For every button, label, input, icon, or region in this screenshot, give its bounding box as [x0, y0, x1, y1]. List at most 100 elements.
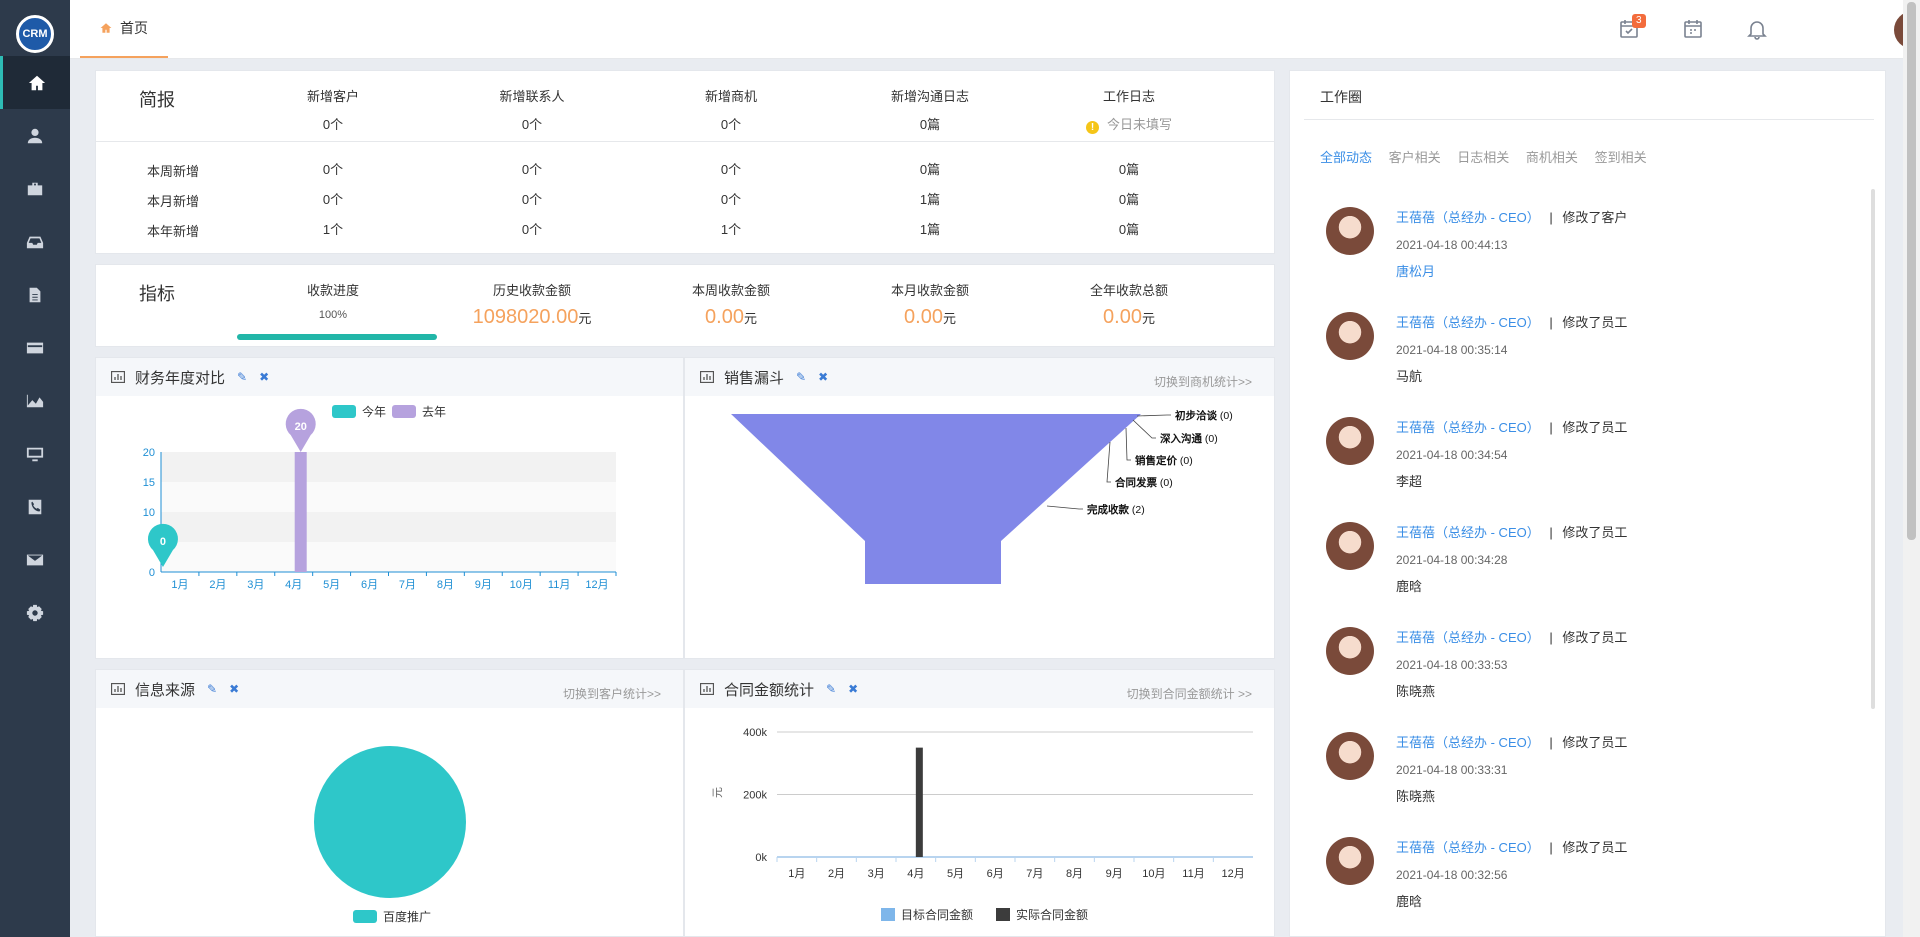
- feed-item-time: 2021-04-18 00:35:14: [1396, 343, 1508, 357]
- metric-month-amount: 0.00: [904, 306, 943, 328]
- legend-swatch: [996, 908, 1010, 921]
- funnel-label-line: [1106, 441, 1111, 483]
- legend-label: 今年: [362, 404, 386, 419]
- feed-item-user[interactable]: 王蓓蓓（总经办 - CEO）: [1396, 735, 1540, 750]
- x-tick-label: 6月: [987, 868, 1004, 880]
- warning-icon: !: [1085, 121, 1099, 134]
- finance-chart-panel: 财务年度对比 ✎ ✖ 051015201月2月3月4月5月6月7月8月9月10月…: [95, 357, 684, 659]
- avatar[interactable]: [1326, 522, 1374, 570]
- x-tick-label: 10月: [1142, 868, 1165, 880]
- notifications-button[interactable]: [1746, 18, 1768, 40]
- calendar-icon: [1684, 20, 1702, 38]
- feed-item-user[interactable]: 王蓓蓓（总经办 - CEO）: [1396, 840, 1540, 855]
- avatar[interactable]: [1326, 837, 1374, 885]
- nav-home[interactable]: [0, 56, 70, 109]
- feed-item-user[interactable]: 王蓓蓓（总经办 - CEO）: [1396, 420, 1540, 435]
- edit-icon[interactable]: ✎: [237, 370, 247, 384]
- funnel-stage-value: (2): [1129, 504, 1145, 516]
- nav-documents[interactable]: [0, 268, 70, 321]
- x-tick-label: 2月: [828, 868, 845, 880]
- year-opportunities: 1个: [720, 222, 742, 237]
- feed-item-target[interactable]: 唐松月: [1396, 261, 1435, 280]
- nav-customers[interactable]: [0, 109, 70, 162]
- user-icon: [27, 128, 43, 143]
- feed-item-line: 王蓓蓓（总经办 - CEO） | 修改了员工: [1396, 417, 1627, 436]
- metric-label-history: 历史收款金额: [492, 283, 571, 298]
- month-contacts: 0个: [521, 192, 543, 207]
- tasks-button[interactable]: 3: [1618, 14, 1646, 40]
- avatar[interactable]: [1326, 627, 1374, 675]
- crm-logo[interactable]: CRM: [16, 15, 54, 53]
- y-axis-label: 元: [712, 787, 724, 798]
- nav-payments[interactable]: [0, 321, 70, 374]
- edit-icon[interactable]: ✎: [826, 682, 836, 696]
- avatar[interactable]: [1326, 312, 1374, 360]
- feed-item-time: 2021-04-18 00:34:54: [1396, 448, 1508, 462]
- metric-history-amount: 1098020.00: [472, 306, 579, 328]
- briefcase-icon: [27, 182, 43, 195]
- close-icon[interactable]: ✖: [229, 682, 239, 696]
- mail-icon: [26, 554, 44, 565]
- y-tick-label: 15: [143, 477, 155, 489]
- avatar[interactable]: [1326, 732, 1374, 780]
- feed-item-user[interactable]: 王蓓蓓（总经办 - CEO）: [1396, 525, 1540, 540]
- bell-icon: [1747, 21, 1767, 40]
- funnel-chart-panel: 销售漏斗 ✎ ✖ 切换到商机统计>> 初步洽谈 (0) 深入沟通 (0) 销售定价 …: [684, 357, 1275, 659]
- switch-contract-stats-link[interactable]: 切换到合同金额统计 >>: [1127, 685, 1252, 702]
- feed-item-user[interactable]: 王蓓蓓（总经办 - CEO）: [1396, 315, 1540, 330]
- funnel-stage-label: 合同发票 (0): [1114, 476, 1173, 489]
- feed-item: 王蓓蓓（总经办 - CEO） | 修改了员工 2021-04-18 00:34:2…: [1326, 522, 1846, 622]
- avatar[interactable]: [1326, 417, 1374, 465]
- feed-tab-logs[interactable]: 日志相关: [1457, 150, 1509, 165]
- nav-business[interactable]: [0, 162, 70, 215]
- funnel-stage-value: (0): [1202, 433, 1218, 445]
- sales-funnel-chart: 初步洽谈 (0)深入沟通 (0)销售定价 (0)合同发票 (0)完成收款 (2): [731, 409, 1233, 584]
- nav-phone[interactable]: [0, 480, 70, 533]
- nav-inbox[interactable]: [0, 215, 70, 268]
- x-tick-label: 1月: [788, 868, 805, 880]
- edit-icon[interactable]: ✎: [207, 682, 217, 696]
- feed-tab-checkins[interactable]: 签到相关: [1595, 150, 1647, 165]
- sidebar: CRM: [0, 0, 70, 937]
- nav-settings[interactable]: [0, 586, 70, 639]
- nav-reports[interactable]: [0, 374, 70, 427]
- x-tick-label: 9月: [1106, 868, 1123, 880]
- funnel-stage-value: (0): [1217, 410, 1233, 422]
- close-icon[interactable]: ✖: [259, 370, 269, 384]
- page-scrollbar[interactable]: [1903, 0, 1920, 937]
- week-logs: 0篇: [919, 162, 941, 177]
- collection-progress-bar: [237, 334, 437, 340]
- avatar[interactable]: [1326, 207, 1374, 255]
- header-worklog: 工作日志: [1102, 89, 1155, 104]
- feed-item-user[interactable]: 王蓓蓓（总经办 - CEO）: [1396, 210, 1540, 225]
- nav-mail[interactable]: [0, 533, 70, 586]
- calendar-button[interactable]: [1682, 18, 1704, 40]
- switch-opportunity-stats-link[interactable]: 切换到商机统计>>: [1154, 373, 1252, 390]
- feed-item-action: 修改了客户: [1562, 210, 1628, 225]
- x-tick-label: 11月: [1182, 868, 1204, 880]
- metric-week-amount: 0.00: [705, 306, 744, 328]
- feed-tab-customers[interactable]: 客户相关: [1389, 150, 1441, 165]
- year-logs: 1篇: [919, 222, 941, 237]
- today-worklog-label: 今日未填写: [1106, 117, 1172, 132]
- feed-item-user[interactable]: 王蓓蓓（总经办 - CEO）: [1396, 630, 1540, 645]
- close-icon[interactable]: ✖: [848, 682, 858, 696]
- row-label-month: 本月新增: [146, 194, 199, 209]
- edit-icon[interactable]: ✎: [796, 370, 806, 384]
- feed-item-action: 修改了员工: [1562, 840, 1628, 855]
- switch-customer-stats-link[interactable]: 切换到客户统计>>: [563, 685, 661, 702]
- page-scrollbar-thumb[interactable]: [1907, 2, 1916, 540]
- tab-home[interactable]: 首页: [80, 0, 168, 58]
- gear-icon: [26, 604, 44, 621]
- nav-monitor[interactable]: [0, 427, 70, 480]
- home-icon: [100, 23, 112, 33]
- today-worklog[interactable]: ! 今日未填写: [1029, 114, 1229, 134]
- feed-tab-all[interactable]: 全部动态: [1320, 150, 1372, 165]
- close-icon[interactable]: ✖: [818, 370, 828, 384]
- feed-tab-opportunities[interactable]: 商机相关: [1526, 150, 1578, 165]
- metric-month-unit: 元: [942, 311, 956, 326]
- feed-scrollbar[interactable]: [1871, 189, 1875, 709]
- feed-item-time: 2021-04-18 00:34:28: [1396, 553, 1508, 567]
- metric-value-year: 0.00元: [1029, 306, 1229, 329]
- feed-item: 王蓓蓓（总经办 - CEO） | 修改了员工 2021-04-18 00:35:1…: [1326, 312, 1846, 412]
